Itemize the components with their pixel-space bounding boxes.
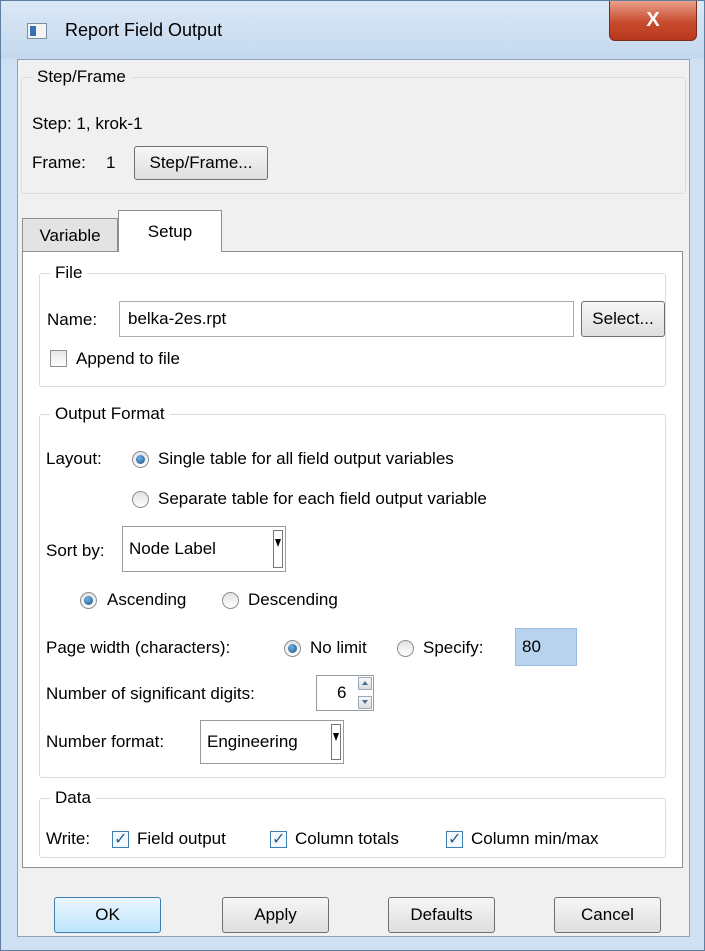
frame-value: 1 — [106, 153, 116, 172]
layout-separate-radio[interactable] — [132, 491, 149, 508]
step-frame-legend: Step/Frame — [32, 67, 131, 87]
step-text: Step: 1, krok-1 — [32, 114, 143, 133]
output-format-legend: Output Format — [50, 404, 170, 424]
app-icon — [27, 23, 47, 39]
field-output-checkbox[interactable] — [112, 829, 129, 849]
frame-label: Frame: — [32, 153, 86, 172]
page-width-nolimit-label[interactable]: No limit — [310, 638, 367, 658]
title-bar[interactable]: Report Field Output X — [1, 1, 704, 59]
append-checkbox[interactable] — [50, 350, 67, 367]
number-format-select[interactable]: Engineering — [200, 720, 344, 764]
defaults-button[interactable]: Defaults — [388, 897, 495, 933]
data-group: Data Write: Field output Column totals C… — [39, 788, 666, 858]
dialog-body: Step/Frame Step: 1, krok-1 Frame: 1 Step… — [17, 59, 690, 937]
write-label: Write: — [46, 829, 91, 848]
ascending-radio[interactable] — [80, 592, 97, 609]
ascending-label[interactable]: Ascending — [107, 590, 186, 610]
spin-down-icon[interactable] — [358, 696, 372, 709]
layout-single-radio[interactable] — [132, 451, 149, 468]
column-totals-label[interactable]: Column totals — [295, 829, 399, 849]
file-group: File Name: belka-2es.rpt Select... Appen… — [39, 263, 666, 387]
sort-by-select[interactable]: Node Label — [122, 526, 286, 572]
page-width-specify-radio[interactable] — [397, 640, 414, 657]
file-legend: File — [50, 263, 88, 283]
layout-label: Layout: — [46, 449, 102, 468]
tab-panel: File Name: belka-2es.rpt Select... Appen… — [22, 251, 683, 868]
ok-button[interactable]: OK — [54, 897, 161, 933]
spin-up-icon[interactable] — [358, 677, 372, 690]
dialog-window: Report Field Output X Step/Frame Step: 1… — [0, 0, 705, 951]
sort-dropdown-arrow-icon[interactable] — [273, 530, 283, 568]
digits-label: Number of significant digits: — [46, 684, 255, 703]
column-totals-checkbox[interactable] — [270, 829, 287, 849]
descending-label[interactable]: Descending — [248, 590, 338, 610]
digits-value: 6 — [337, 683, 347, 702]
layout-separate-label[interactable]: Separate table for each field output var… — [158, 489, 487, 509]
file-name-input[interactable]: belka-2es.rpt — [119, 301, 574, 337]
number-format-value: Engineering — [207, 732, 298, 751]
descending-radio[interactable] — [222, 592, 239, 609]
column-minmax-label[interactable]: Column min/max — [471, 829, 599, 849]
field-output-label[interactable]: Field output — [137, 829, 226, 849]
window-title: Report Field Output — [65, 20, 223, 40]
page-width-label: Page width (characters): — [46, 638, 231, 657]
step-frame-button[interactable]: Step/Frame... — [134, 146, 268, 180]
sort-by-value: Node Label — [129, 539, 216, 558]
layout-single-label[interactable]: Single table for all field output variab… — [158, 449, 454, 469]
page-width-nolimit-radio[interactable] — [284, 640, 301, 657]
digits-spinner[interactable]: 6 — [316, 675, 374, 711]
tab-setup[interactable]: Setup — [118, 210, 222, 252]
column-minmax-checkbox[interactable] — [446, 829, 463, 849]
name-label: Name: — [47, 310, 98, 329]
page-width-specify-label[interactable]: Specify: — [423, 638, 483, 658]
step-frame-group: Step/Frame Step: 1, krok-1 Frame: 1 Step… — [21, 67, 686, 194]
apply-button[interactable]: Apply — [222, 897, 329, 933]
sort-label: Sort by: — [46, 541, 105, 560]
tab-variable[interactable]: Variable — [22, 218, 118, 252]
close-button[interactable]: X — [609, 1, 697, 41]
number-format-label: Number format: — [46, 732, 165, 751]
number-format-dropdown-arrow-icon[interactable] — [331, 724, 341, 760]
select-button[interactable]: Select... — [581, 301, 665, 337]
output-format-group: Output Format Layout: Single table for a… — [39, 404, 666, 778]
data-legend: Data — [50, 788, 96, 808]
page-width-input[interactable]: 80 — [515, 628, 577, 666]
append-label[interactable]: Append to file — [76, 349, 180, 369]
cancel-button[interactable]: Cancel — [554, 897, 661, 933]
